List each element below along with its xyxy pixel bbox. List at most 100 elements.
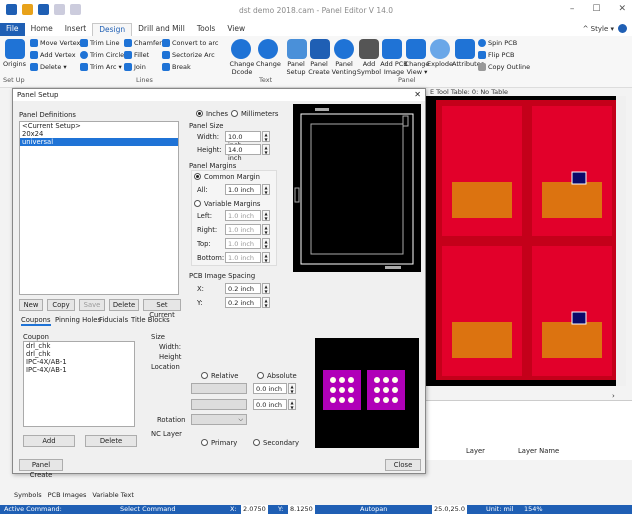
change-text-icon[interactable]	[258, 39, 278, 59]
add-symbol-button[interactable]: Add Symbol	[356, 60, 382, 76]
absolute-radio[interactable]	[257, 372, 264, 379]
inches-radio[interactable]	[196, 110, 203, 117]
right-margin-input[interactable]: 1.0 inch	[225, 224, 261, 235]
all-margin-input[interactable]: 1.0 inch	[225, 184, 261, 195]
join-button[interactable]: Join	[124, 63, 146, 71]
delete-definition-button[interactable]: Delete	[109, 299, 139, 311]
copy-outline-button[interactable]: Copy Outline	[478, 63, 530, 71]
bottom-margin-stepper[interactable]: ▲ ▼	[262, 252, 270, 263]
change-text-button[interactable]: Change	[256, 60, 281, 68]
panel-venting-button[interactable]: Panel Venting	[330, 60, 358, 76]
tab-fiducials[interactable]: Fiducials	[99, 316, 128, 324]
delete-vertex-button[interactable]: Delete ▾	[30, 63, 67, 71]
list-item[interactable]: <Current Setup>	[20, 122, 178, 130]
vertical-scrollbar[interactable]	[616, 96, 626, 386]
spacing-x-stepper[interactable]: ▲ ▼	[262, 283, 270, 294]
close-icon[interactable]: ✕	[618, 4, 626, 14]
rotation-select[interactable]: ⌵	[191, 414, 247, 425]
width-stepper[interactable]: ▲ ▼	[262, 131, 270, 142]
list-item[interactable]: drl_chk	[24, 342, 134, 350]
tab-home[interactable]: Home	[25, 23, 59, 36]
panel-width-input[interactable]: 10.0 inch	[225, 131, 261, 149]
save-button[interactable]: Save	[79, 299, 105, 311]
tab-symbols[interactable]: Symbols	[14, 491, 42, 499]
help-icon[interactable]	[618, 24, 627, 33]
location-x-stepper[interactable]: ▲ ▼	[288, 383, 296, 394]
panel-create-button[interactable]: Panel Create	[19, 459, 63, 479]
panel-create-icon[interactable]	[310, 39, 330, 59]
add-coupon-button[interactable]: Add	[23, 435, 75, 447]
tab-tools[interactable]: Tools	[191, 23, 221, 36]
left-margin-input[interactable]: 1.0 inch	[225, 210, 261, 221]
tab-view[interactable]: View	[221, 23, 251, 36]
change-dcode-icon[interactable]	[231, 39, 251, 59]
top-margin-stepper[interactable]: ▲ ▼	[262, 238, 270, 249]
change-view-icon[interactable]	[406, 39, 426, 59]
list-item[interactable]: IPC-4X/AB-1	[24, 358, 134, 366]
spacing-x-input[interactable]: 0.2 inch	[225, 283, 261, 294]
cad-canvas[interactable]	[422, 96, 624, 386]
flip-pcb-button[interactable]: Flip PCB	[478, 51, 514, 59]
add-symbol-icon[interactable]	[359, 39, 379, 59]
copy-button[interactable]: Copy	[47, 299, 75, 311]
style-menu[interactable]: ^ Style ▾	[583, 25, 614, 33]
tab-title-blocks[interactable]: Title Blocks	[131, 316, 170, 324]
sectorize-arc-button[interactable]: Sectorize Arc	[162, 51, 215, 59]
panel-height-input[interactable]: 14.0 inch	[225, 144, 261, 162]
left-margin-stepper[interactable]: ▲ ▼	[262, 210, 270, 221]
primary-radio[interactable]	[201, 439, 208, 446]
tab-variable-text[interactable]: Variable Text	[92, 491, 134, 499]
fillet-button[interactable]: Fillet	[124, 51, 149, 59]
variable-margins-radio[interactable]	[194, 200, 201, 207]
millimeters-radio[interactable]	[231, 110, 238, 117]
set-current-button[interactable]: Set Current	[143, 299, 181, 319]
tab-design[interactable]: Design	[92, 23, 133, 36]
move-vertex-button[interactable]: Move Vertex	[30, 39, 80, 47]
location-x-input[interactable]: 0.0 inch	[253, 383, 287, 394]
all-margin-stepper[interactable]: ▲ ▼	[262, 184, 270, 195]
tab-pinning-holes[interactable]: Pinning Holes	[55, 316, 101, 324]
secondary-radio[interactable]	[253, 439, 260, 446]
tab-drill-and-mill[interactable]: Drill and Mill	[132, 23, 191, 36]
convert-to-arc-button[interactable]: Convert to arc	[162, 39, 218, 47]
origins-button[interactable]: Origins	[3, 60, 26, 68]
spin-pcb-button[interactable]: Spin PCB	[478, 39, 517, 47]
panel-setup-icon[interactable]	[287, 39, 307, 59]
trim-circle-button[interactable]: Trim Circle	[80, 51, 124, 59]
trim-arc-button[interactable]: Trim Arc ▾	[80, 63, 122, 71]
explode-icon[interactable]	[430, 39, 450, 59]
list-item[interactable]: 20x24	[20, 130, 178, 138]
location-y-input[interactable]: 0.0 inch	[253, 399, 287, 410]
list-item[interactable]: universal	[20, 138, 178, 146]
grid-field[interactable]: 25.0,25.0	[432, 505, 468, 514]
relative-radio[interactable]	[201, 372, 208, 379]
panel-venting-icon[interactable]	[334, 39, 354, 59]
right-margin-stepper[interactable]: ▲ ▼	[262, 224, 270, 235]
tab-file[interactable]: File	[0, 23, 25, 36]
relative-select-2[interactable]	[191, 399, 247, 410]
relative-select[interactable]	[191, 383, 247, 394]
tab-pcb-images[interactable]: PCB Images	[48, 491, 87, 499]
attributes-icon[interactable]	[455, 39, 475, 59]
change-dcode-button[interactable]: Change Dcode	[228, 60, 256, 76]
panel-setup-button[interactable]: Panel Setup	[284, 60, 308, 76]
add-pcb-image-icon[interactable]	[382, 39, 402, 59]
panel-create-button[interactable]: Panel Create	[306, 60, 332, 76]
new-button[interactable]: New	[19, 299, 43, 311]
maximize-icon[interactable]: ☐	[592, 4, 600, 14]
coupon-list[interactable]: drl_chk drl_chk IPC-4X/AB-1 IPC-4X/AB-1	[23, 341, 135, 427]
bottom-margin-input[interactable]: 1.0 inch	[225, 252, 261, 263]
tab-coupons[interactable]: Coupons	[21, 316, 51, 326]
spacing-y-stepper[interactable]: ▲ ▼	[262, 297, 270, 308]
tab-insert[interactable]: Insert	[59, 23, 93, 36]
panel-definitions-list[interactable]: <Current Setup> 20x24 universal	[19, 121, 179, 295]
origins-icon[interactable]	[5, 39, 25, 59]
dialog-close-icon[interactable]: ✕	[414, 90, 421, 99]
common-margin-radio[interactable]	[194, 173, 201, 180]
chamfer-button[interactable]: Chamfer	[124, 39, 162, 47]
delete-coupon-button[interactable]: Delete	[85, 435, 137, 447]
list-item[interactable]: drl_chk	[24, 350, 134, 358]
height-stepper[interactable]: ▲ ▼	[262, 144, 270, 155]
minimize-icon[interactable]: –	[570, 4, 575, 14]
trim-line-button[interactable]: Trim Line	[80, 39, 119, 47]
